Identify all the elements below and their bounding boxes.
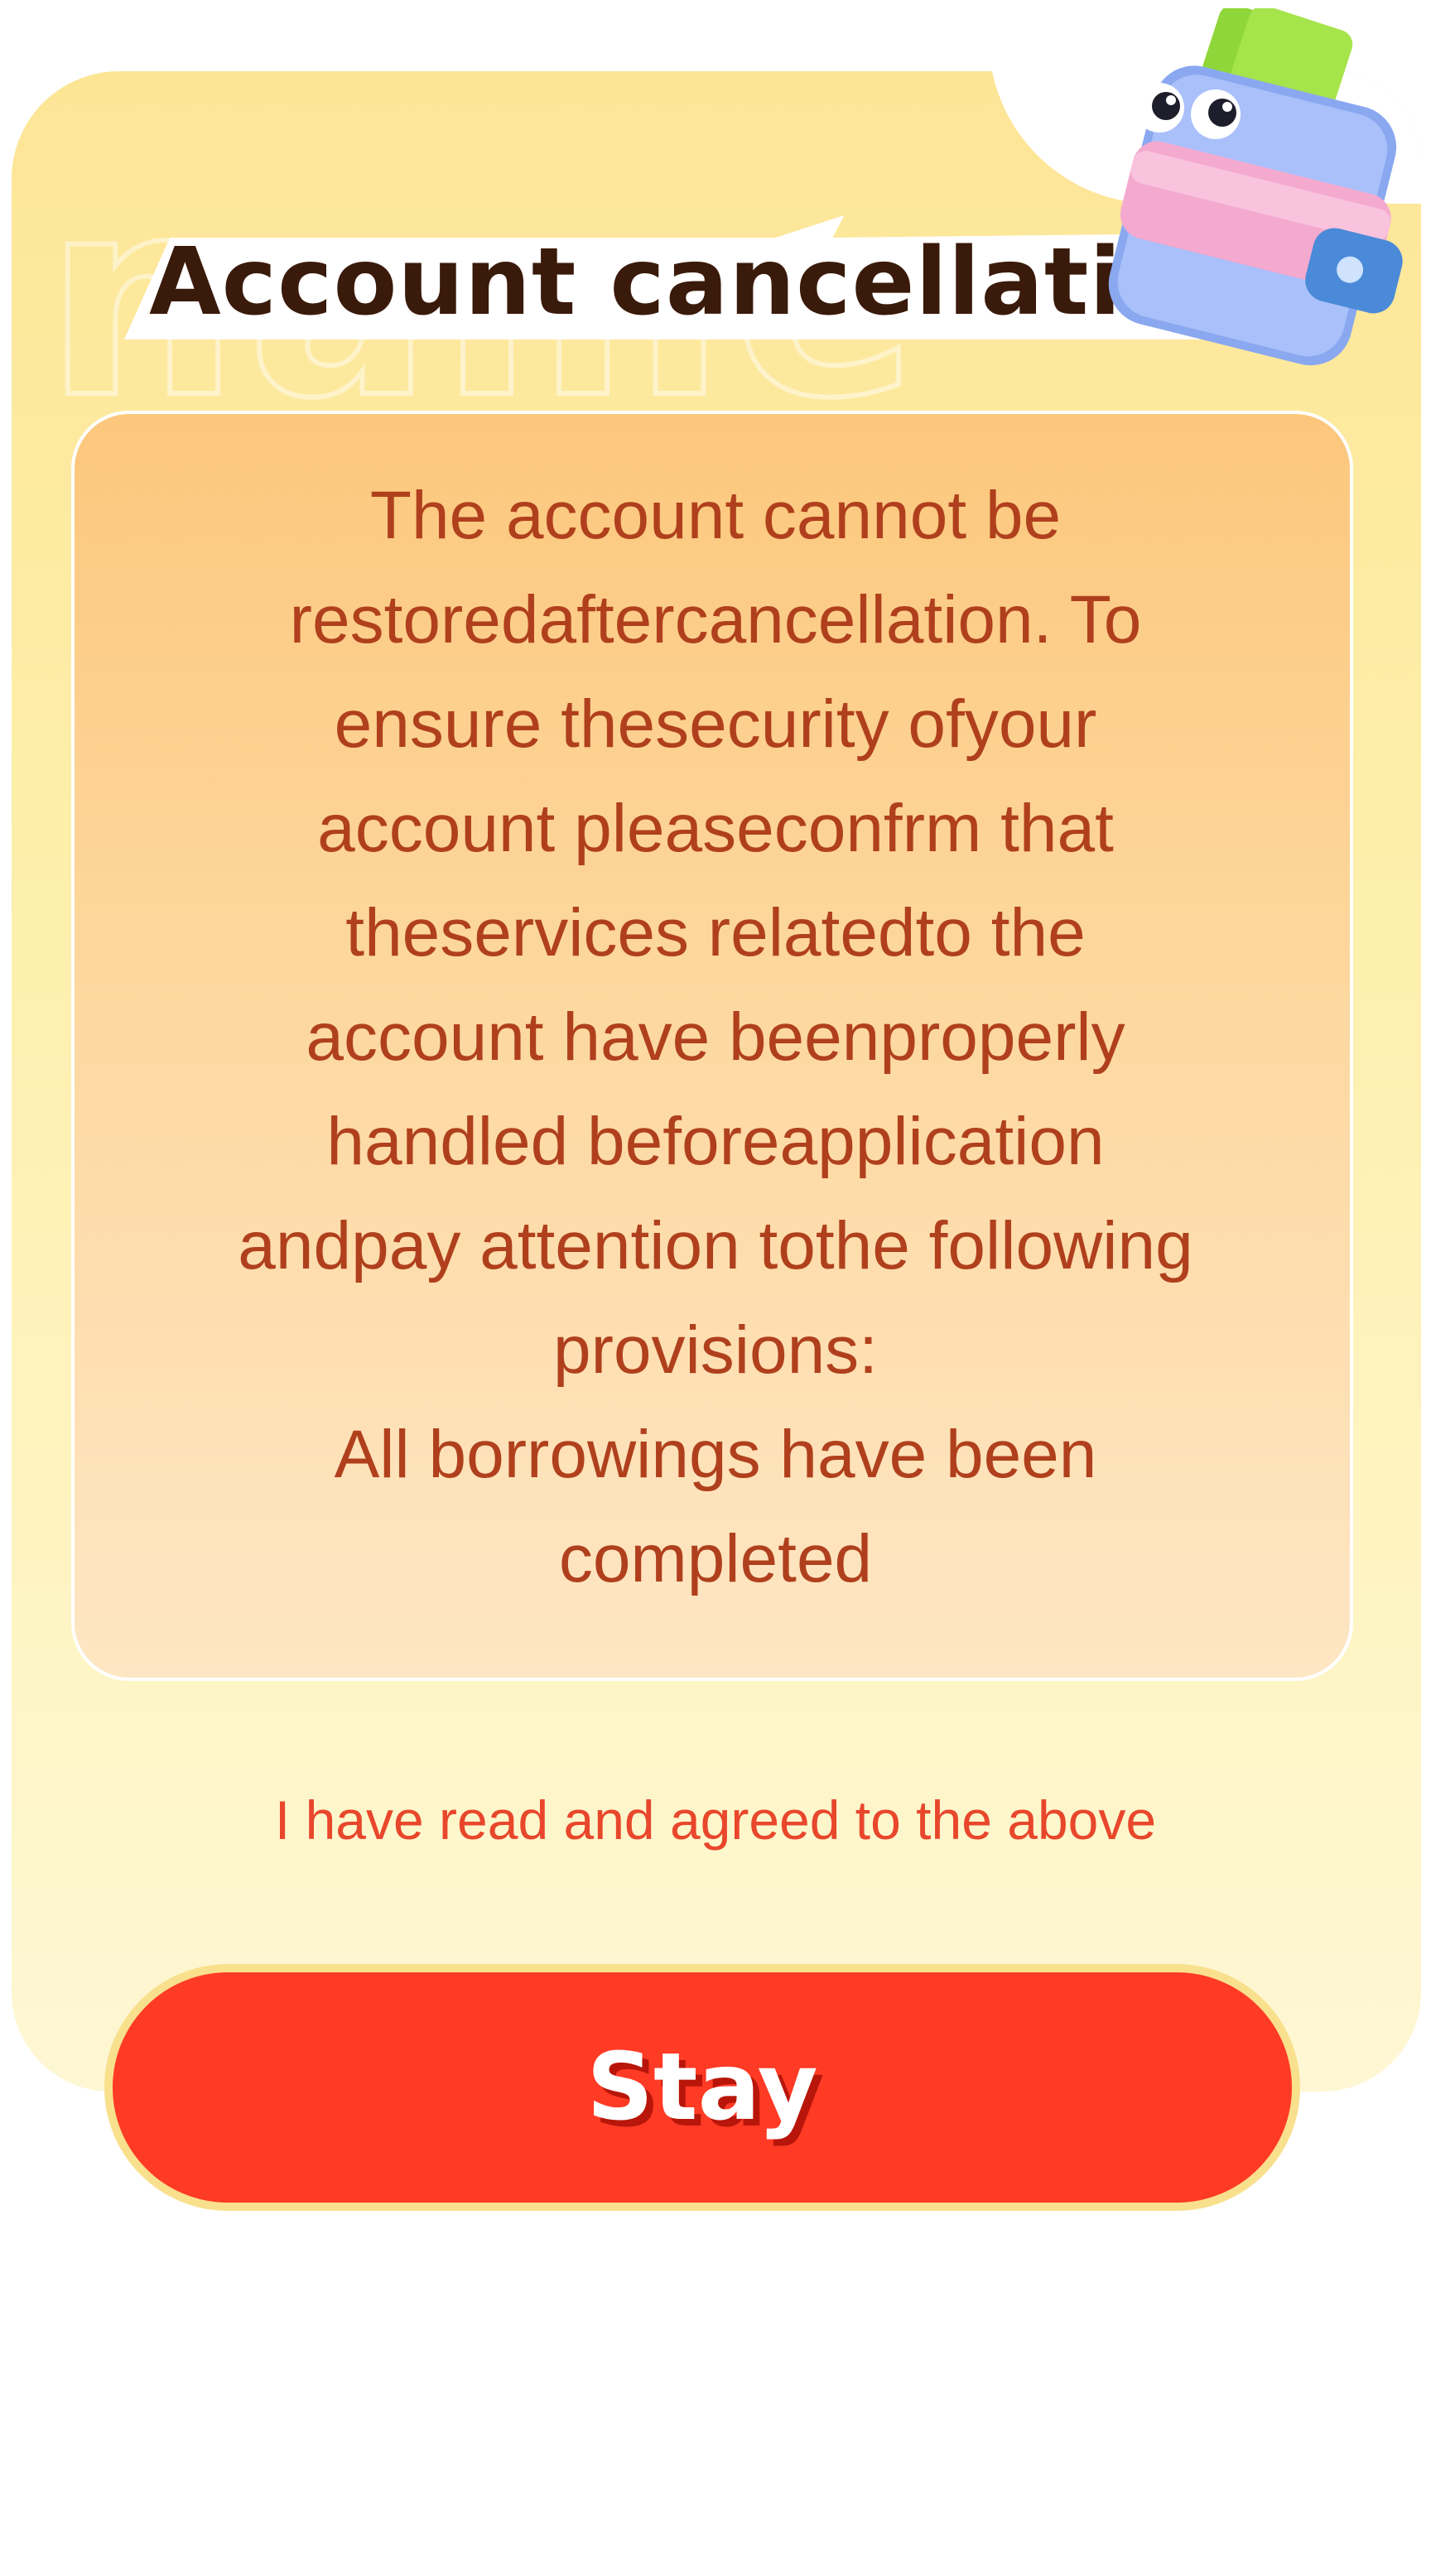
notice-line: handled beforeapplication [326, 1104, 1105, 1179]
notice-line: restoredaftercancellation. To [289, 582, 1142, 657]
notice-line: All borrowings have been [334, 1417, 1097, 1492]
stay-button[interactable]: Stay [104, 1964, 1300, 2211]
notice-line: account pleaseconfrm that [317, 791, 1114, 866]
notice-line: provisions: [553, 1312, 878, 1388]
wallet-mascot-icon [1068, 4, 1416, 397]
notice-line: The account cannot be [369, 478, 1062, 553]
notice-line: theservices relatedto the [345, 895, 1086, 970]
stay-button-face[interactable]: Stay [113, 1972, 1292, 2203]
notice-line: account have beenproperly [306, 999, 1125, 1075]
notice-text: The account cannot be restoredaftercance… [141, 464, 1290, 1611]
notice-line: ensure thesecurity ofyour [334, 686, 1097, 762]
notice-box: The account cannot be restoredaftercance… [71, 411, 1353, 1681]
agreement-text[interactable]: I have read and agreed to the above [0, 1789, 1431, 1851]
notice-line: andpay attention tothe following [238, 1208, 1193, 1283]
notice-line: completed [558, 1521, 873, 1596]
stay-button-label: Stay [586, 2034, 818, 2141]
